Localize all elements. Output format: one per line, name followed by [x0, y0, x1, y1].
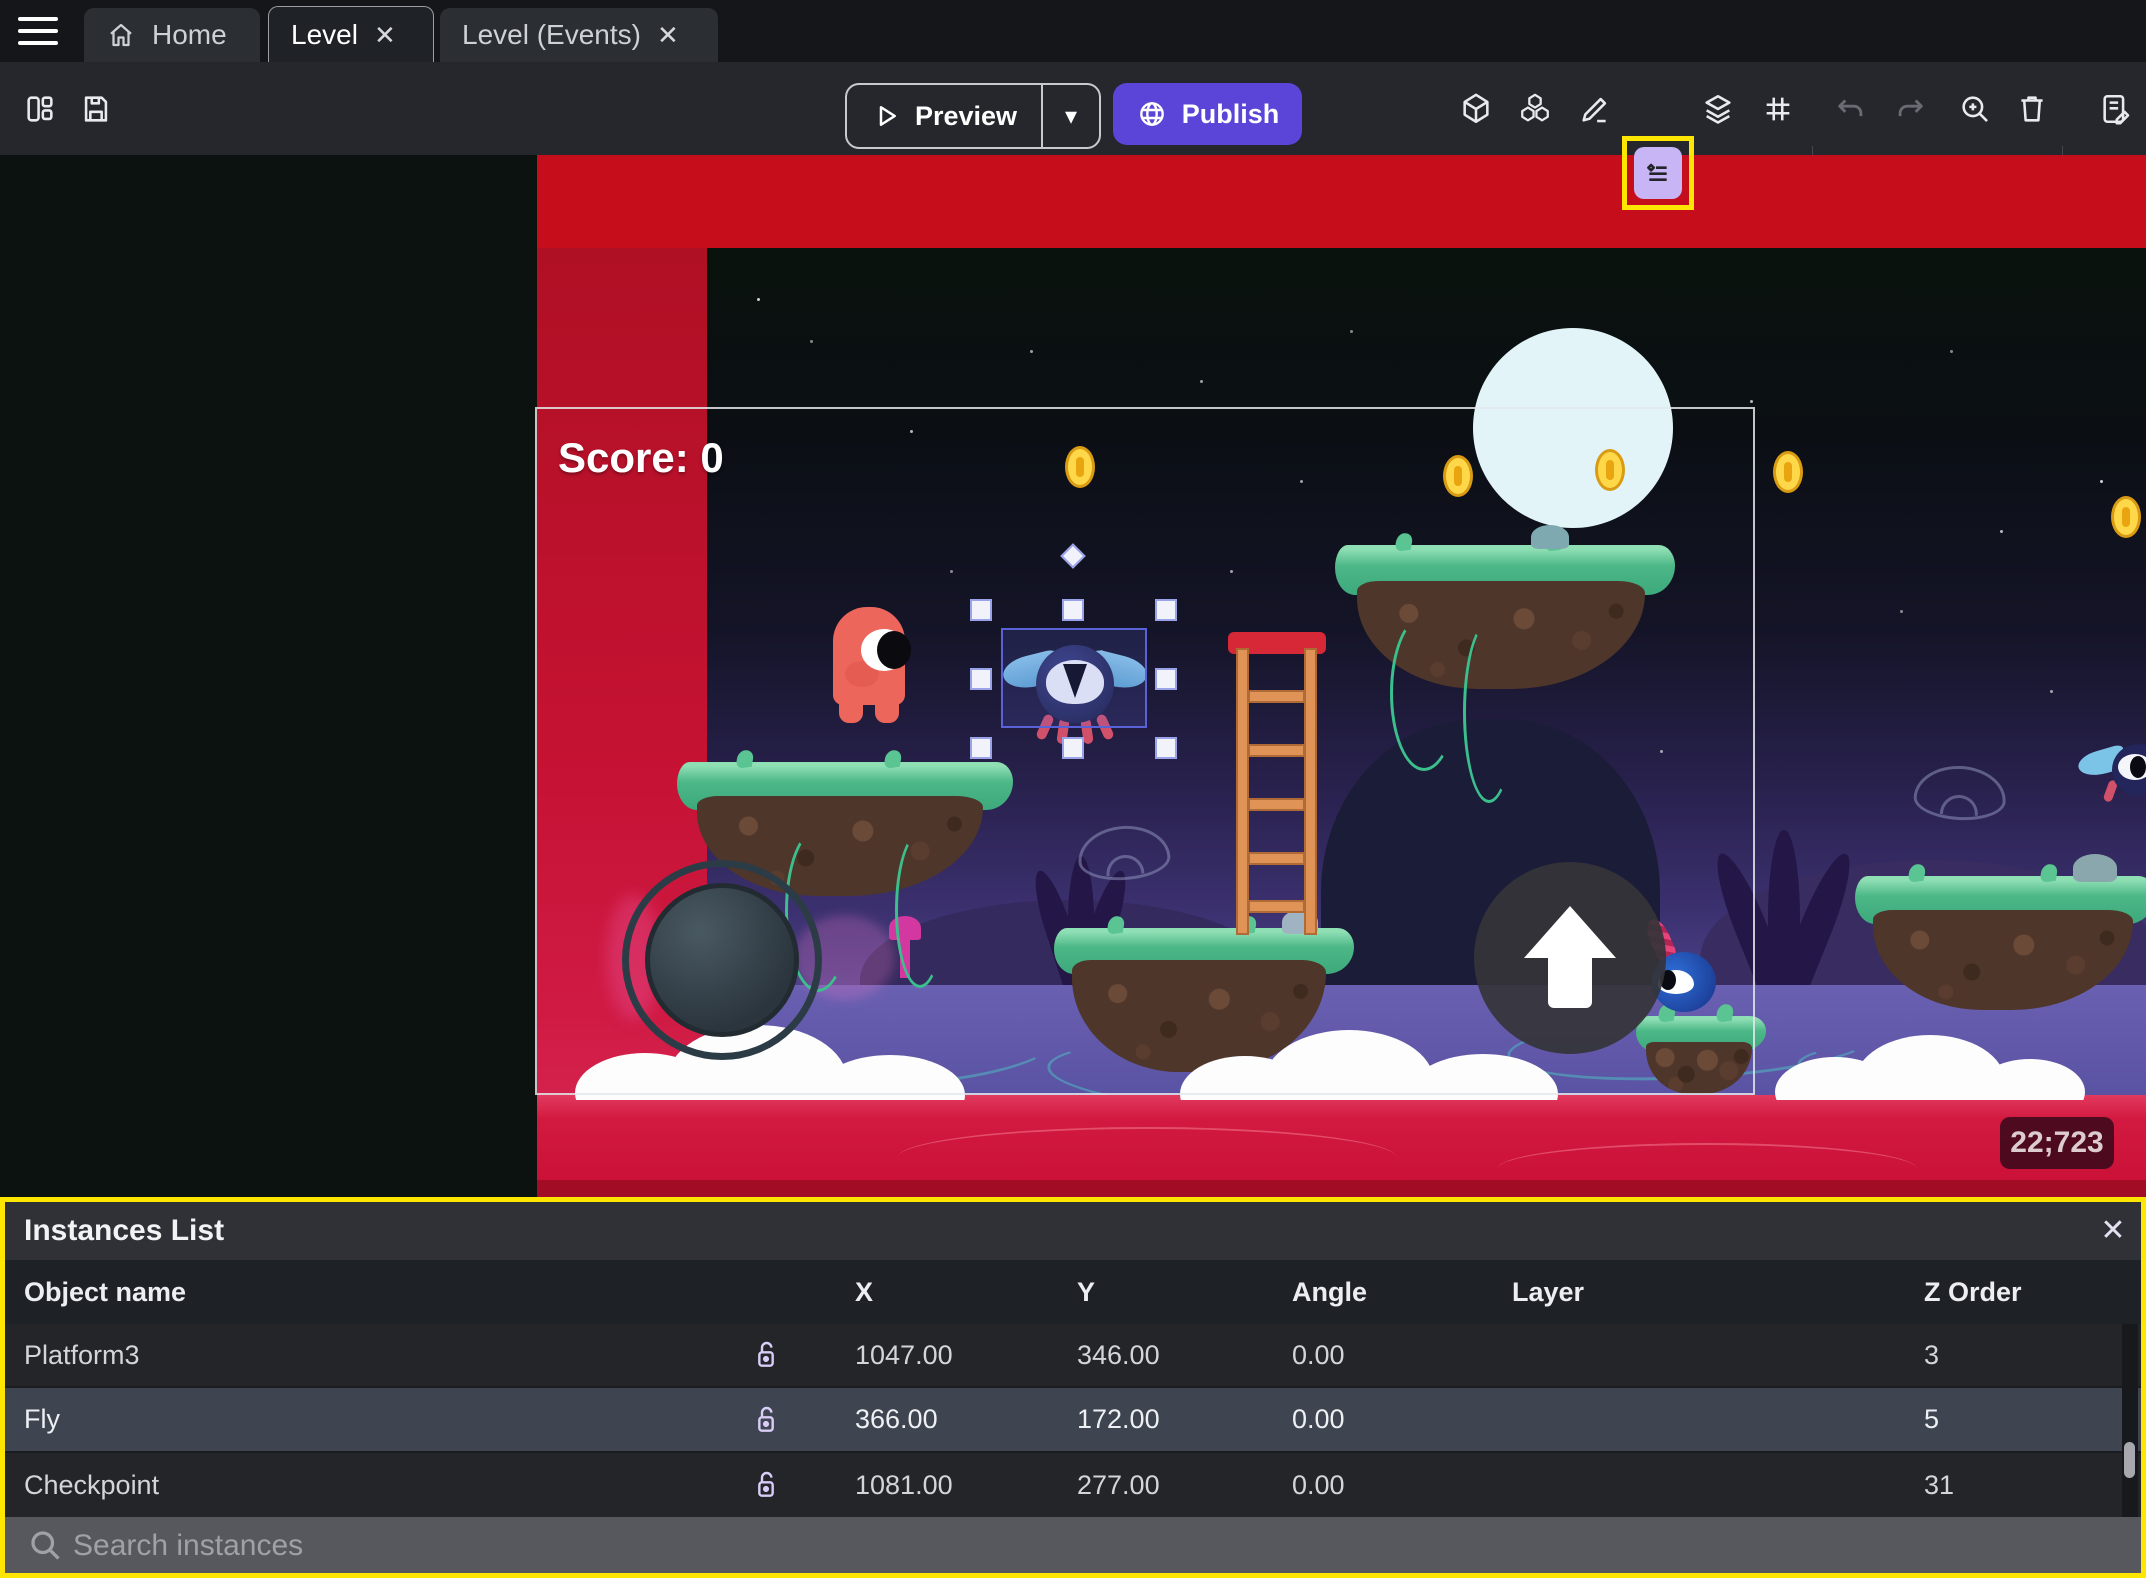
panel-title: Instances List [24, 1214, 225, 1247]
table-row[interactable]: Platform3 1047.00 346.00 0.00 3 [5, 1324, 2141, 1388]
tab-bar: Home Level ✕ Level (Events) ✕ [0, 0, 2146, 62]
close-panel-icon[interactable]: ✕ [2093, 1210, 2133, 1250]
table-row[interactable]: Checkpoint 1081.00 277.00 0.00 31 [5, 1453, 2141, 1517]
zoom-in-icon[interactable] [1957, 91, 1993, 127]
column-header-x: X [855, 1277, 874, 1307]
play-icon [871, 101, 901, 131]
home-icon [106, 20, 136, 50]
redo-icon[interactable] [1892, 91, 1928, 127]
preview-button-group: Preview ▾ [845, 83, 1101, 149]
cell-y: 277.00 [1077, 1470, 1160, 1500]
cell-angle: 0.00 [1292, 1404, 1345, 1434]
tab-home[interactable]: Home [84, 8, 260, 62]
tab-level-events[interactable]: Level (Events) ✕ [440, 8, 718, 62]
instances-list-highlight-box [1622, 136, 1694, 210]
resize-handle-w[interactable] [970, 668, 992, 690]
stars [757, 298, 760, 301]
lock-open-icon[interactable] [750, 1404, 782, 1436]
edit-pencil-icon[interactable] [1577, 91, 1613, 127]
toolbar: Preview ▾ Publish [0, 62, 2146, 210]
publish-label: Publish [1181, 98, 1280, 129]
tab-level[interactable]: Level ✕ [268, 6, 434, 62]
search-icon [27, 1527, 63, 1563]
cell-zorder: 3 [1924, 1340, 1940, 1370]
search-bar [5, 1517, 2141, 1575]
resize-handle-e[interactable] [1155, 668, 1177, 690]
table-scrollbar-thumb[interactable] [2124, 1442, 2135, 1478]
resize-handle-nw[interactable] [970, 599, 992, 621]
tab-label: Level [291, 18, 358, 50]
add-object-icon[interactable] [1458, 91, 1494, 127]
platform-sprite[interactable] [1855, 854, 2146, 1026]
column-header-y: Y [1077, 1277, 1096, 1307]
publish-button[interactable]: Publish [1113, 83, 1302, 145]
instances-list-icon[interactable] [1634, 147, 1682, 199]
preview-label: Preview [914, 100, 1018, 131]
instances-list-panel: Instances List ✕ Object name X Y Angle L… [0, 1197, 2146, 1578]
tab-label: Home [152, 19, 227, 50]
cell-y: 346.00 [1077, 1340, 1160, 1370]
globe-icon [1136, 98, 1168, 130]
close-tab-icon[interactable]: ✕ [374, 22, 396, 48]
cell-y: 172.00 [1077, 1404, 1160, 1434]
cell-zorder: 31 [1924, 1470, 1955, 1500]
layout-panels-icon[interactable] [22, 91, 58, 127]
trash-icon[interactable] [2014, 91, 2050, 127]
panel-header: Instances List ✕ [5, 1202, 2141, 1260]
save-icon[interactable] [78, 91, 114, 127]
chevron-down-icon: ▾ [1064, 102, 1078, 130]
cell-object-name: Fly [24, 1404, 60, 1434]
table-scrollbar-track[interactable] [2122, 1324, 2138, 1517]
table-header-row: Object name X Y Angle Layer Z Order [5, 1260, 2141, 1324]
rock-shape [2073, 854, 2117, 882]
cell-angle: 0.00 [1292, 1340, 1345, 1370]
resize-handle-sw[interactable] [970, 737, 992, 759]
cloud [1775, 1035, 2085, 1100]
cell-x: 1081.00 [855, 1470, 953, 1500]
canvas-outside-area[interactable] [0, 155, 537, 1197]
undo-icon[interactable] [1833, 91, 1869, 127]
cell-x: 1047.00 [855, 1340, 953, 1370]
selection-rectangle[interactable] [1001, 628, 1147, 728]
objects-group-icon[interactable] [1517, 91, 1553, 127]
cell-zorder: 5 [1924, 1404, 1940, 1434]
table-row-selected[interactable]: Fly 366.00 172.00 0.00 5 [5, 1388, 2141, 1453]
column-header-layer: Layer [1512, 1277, 1585, 1307]
scene-properties-icon[interactable] [2098, 91, 2134, 127]
resize-handle-ne[interactable] [1155, 599, 1177, 621]
column-header-zorder: Z Order [1924, 1277, 2022, 1307]
editor-window: Home Level ✕ Level (Events) ✕ Preview ▾ [0, 0, 2146, 1578]
resize-handle-s[interactable] [1062, 737, 1084, 759]
column-header-angle: Angle [1292, 1277, 1368, 1307]
lock-open-icon[interactable] [750, 1339, 782, 1371]
cell-x: 366.00 [855, 1404, 938, 1434]
column-header-name: Object name [24, 1277, 187, 1307]
search-input[interactable] [71, 1517, 1975, 1575]
tab-label: Level (Events) [462, 19, 641, 50]
lock-open-icon[interactable] [750, 1469, 782, 1501]
grid-icon[interactable] [1760, 91, 1796, 127]
resize-handle-n[interactable] [1062, 599, 1084, 621]
resize-handle-se[interactable] [1155, 737, 1177, 759]
close-tab-icon[interactable]: ✕ [657, 22, 679, 48]
cell-object-name: Checkpoint [24, 1470, 160, 1500]
scene-red-band[interactable] [537, 155, 2146, 248]
lava-band [537, 1095, 2146, 1180]
coin-sprite[interactable] [1773, 451, 1803, 493]
score-text: Score: 0 [558, 434, 724, 481]
coin-sprite[interactable] [2111, 496, 2141, 538]
fly-enemy-partial-sprite[interactable] [2075, 742, 2146, 812]
preview-options-dropdown[interactable]: ▾ [1043, 85, 1099, 147]
hamburger-menu-button[interactable] [18, 17, 58, 45]
cursor-coordinates-badge: 22;723 [2000, 1117, 2114, 1169]
preview-button[interactable]: Preview [847, 85, 1041, 147]
lava-band-dark [537, 1180, 2146, 1197]
cell-angle: 0.00 [1292, 1470, 1345, 1500]
layers-icon[interactable] [1700, 91, 1736, 127]
camera-frame [535, 407, 1755, 1095]
cell-object-name: Platform3 [24, 1340, 140, 1370]
